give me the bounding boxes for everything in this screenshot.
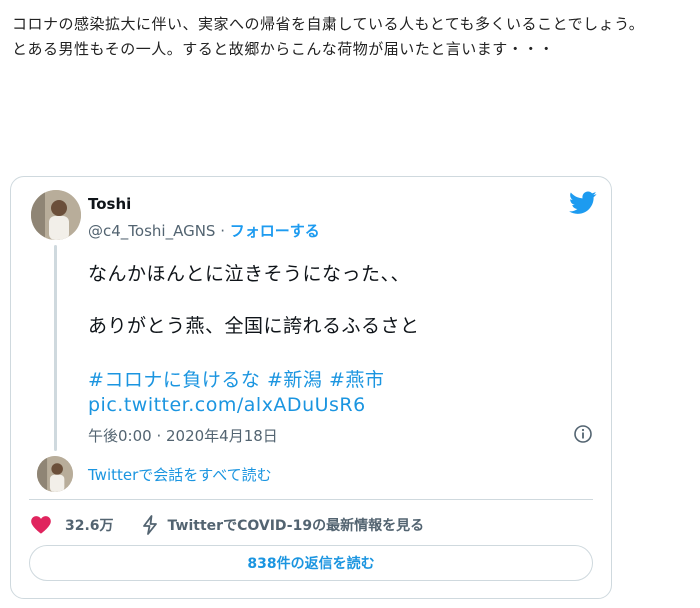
author-handle[interactable]: @c4_Toshi_AGNS xyxy=(88,222,215,240)
media-link[interactable]: pic.twitter.com/alxADuUsR6 xyxy=(88,394,366,416)
author-avatar-small[interactable] xyxy=(37,456,73,492)
hashtag-link[interactable]: #コロナに負けるな xyxy=(88,369,260,391)
read-conversation-link[interactable]: Twitterで会話をすべて読む xyxy=(88,464,272,485)
author-handle-row: @c4_Toshi_AGNS · フォローする xyxy=(88,220,320,241)
thread-line xyxy=(54,245,57,451)
heart-icon xyxy=(31,516,51,534)
hashtag-link[interactable]: #燕市 xyxy=(329,369,384,391)
tweet-text-line-1: なんかほんとに泣きそうになった、、 xyxy=(88,263,411,285)
tweet-actions: 32.6万 TwitterでCOVID-19の最新情報を見る xyxy=(31,513,424,537)
divider xyxy=(29,499,593,500)
follow-button[interactable]: フォローする xyxy=(230,222,320,240)
author-name[interactable]: Toshi xyxy=(88,195,131,213)
intro-paragraph-2: とある男性もその一人。すると故郷からこんな荷物が届いたと言います・・・ xyxy=(12,40,555,58)
intro-paragraph-1: コロナの感染拡大に伴い、実家への帰省を自粛している人もとても多くいることでしょう… xyxy=(12,15,645,33)
twitter-bird-icon[interactable] xyxy=(569,191,597,215)
intro-text: コロナの感染拡大に伴い、実家への帰省を自粛している人もとても多くいることでしょう… xyxy=(12,12,692,62)
lightning-icon xyxy=(142,515,157,535)
tweet-text-line-2: ありがとう燕、全国に誇れるふるさと xyxy=(88,315,420,337)
author-avatar[interactable] xyxy=(31,190,81,240)
like-count: 32.6万 xyxy=(65,518,114,534)
embedded-tweet-card[interactable]: Toshi @c4_Toshi_AGNS · フォローする なんかほんとに泣きそ… xyxy=(10,176,612,599)
handle-separator: · xyxy=(215,222,230,240)
info-icon[interactable] xyxy=(573,424,593,444)
read-replies-button[interactable]: 838件の返信を読む xyxy=(29,545,593,581)
covid-info-label: TwitterでCOVID-19の最新情報を見る xyxy=(167,518,425,534)
hashtag-list: #コロナに負けるな #新潟 #燕市 xyxy=(88,365,384,392)
covid-info-link[interactable]: TwitterでCOVID-19の最新情報を見る xyxy=(142,515,425,535)
tweet-timestamp[interactable]: 午後0:00 · 2020年4月18日 xyxy=(88,425,278,446)
hashtag-link[interactable]: #新潟 xyxy=(267,369,322,391)
like-button[interactable]: 32.6万 xyxy=(31,515,114,535)
